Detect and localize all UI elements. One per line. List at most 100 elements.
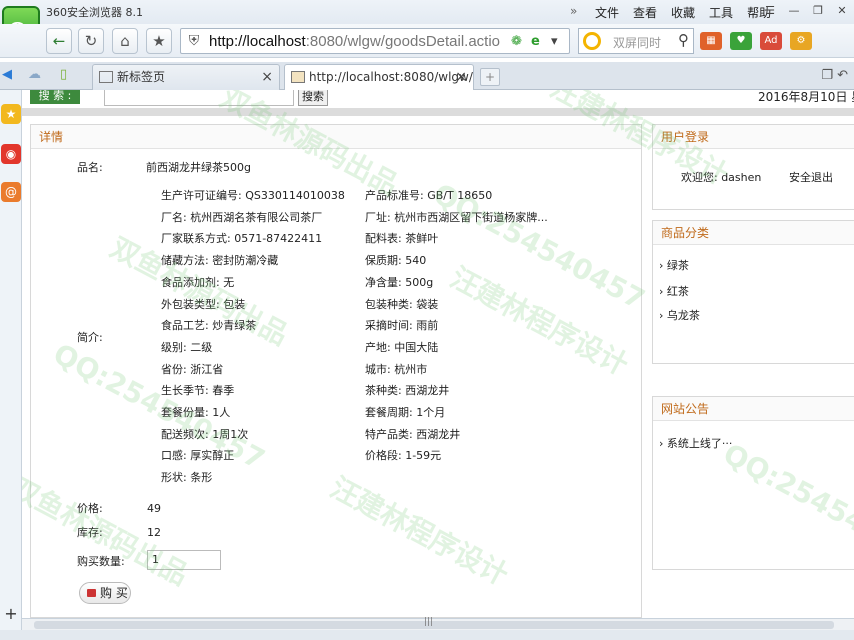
tab-close-icon[interactable]: ×	[455, 65, 467, 89]
page-image-icon	[291, 71, 305, 83]
site-search-button[interactable]: 搜索	[298, 90, 328, 106]
tools-icon[interactable]: ⚙	[790, 32, 812, 50]
search-engine-icon[interactable]	[583, 32, 601, 50]
back-icon[interactable]: ←	[46, 28, 72, 54]
spec-item: 厂址: 杭州市西湖区留下街道杨家牌...	[365, 210, 548, 224]
site-search-input[interactable]	[104, 90, 294, 106]
spec-item: 采摘时间: 雨前	[365, 319, 439, 333]
search-label-button[interactable]: 搜 索 :	[30, 90, 80, 104]
spec-item: 配送频次: 1周1次	[161, 427, 249, 441]
notice-panel: 网站公告 › 系统上线了···	[652, 396, 854, 570]
spec-item: 套餐份量: 1人	[161, 406, 231, 419]
favorite-star-icon[interactable]: ★	[146, 28, 172, 54]
price-value: 49	[147, 502, 161, 515]
home-icon[interactable]: ⌂	[112, 28, 138, 54]
web-page: 搜 索 : 搜索 2016年8月10日 星 详情 品名: 前西湖龙井绿茶500g…	[22, 90, 854, 618]
product-name-label: 品名:	[77, 161, 103, 174]
browser-sidebar: ★ ◉ @ +	[0, 90, 22, 630]
spec-item: 生产许可证编号: QS330114010038	[161, 189, 345, 202]
detail-panel: 详情 品名: 前西湖龙井绿茶500g 简介: 生产许可证编号: QS330114…	[30, 124, 642, 618]
apps-icon[interactable]: ▦	[700, 32, 722, 50]
category-panel: 商品分类 › 绿茶 › 红茶 › 乌龙茶	[652, 220, 854, 364]
search-box[interactable]: 双屏同时 ⚲	[578, 28, 694, 54]
spec-item: 厂名: 杭州西湖名茶有限公司茶厂	[161, 210, 323, 224]
phone-icon[interactable]: ▯	[60, 67, 67, 82]
cloud-icon[interactable]: ☁	[28, 67, 41, 82]
quantity-input[interactable]: 1	[147, 550, 221, 570]
safety-guard-icon[interactable]: ♥	[730, 32, 752, 50]
scrollbar-thumb[interactable]: |||	[34, 617, 834, 629]
email-icon[interactable]: @	[1, 182, 21, 202]
favorites-star-icon[interactable]: ★	[1, 104, 21, 124]
category-item-oolong-tea[interactable]: › 乌龙茶	[659, 307, 700, 323]
category-panel-title: 商品分类	[653, 221, 854, 245]
product-name: 前西湖龙井绿茶500g	[146, 161, 251, 174]
category-item-black-tea[interactable]: › 红茶	[659, 283, 689, 299]
spec-item: 省份: 浙江省	[161, 362, 224, 376]
menu-view[interactable]: 查看	[626, 4, 664, 21]
tab-goods-detail[interactable]: http://localhost:8080/wlgw/g ×	[284, 64, 474, 91]
horizontal-scrollbar[interactable]: |||	[22, 617, 854, 630]
logout-link[interactable]: 安全退出	[789, 169, 833, 185]
spec-item: 城市: 杭州市	[365, 362, 428, 376]
buy-button[interactable]: 购 买	[79, 582, 131, 604]
tab-strip: ◀ ☁ ▯ 新标签页 × http://localhost:8080/wlgw/…	[0, 62, 854, 91]
menu-tools[interactable]: 工具	[702, 4, 740, 21]
spec-item: 特产品类: 西湖龙井	[365, 427, 461, 441]
cart-icon	[87, 589, 96, 597]
sidebar-toggle-icon[interactable]: ◀	[2, 67, 12, 82]
restore-tab-icon[interactable]: ❐ ↶	[821, 68, 848, 83]
spec-item: 形状: 条形	[161, 471, 213, 485]
notice-panel-title: 网站公告	[653, 397, 854, 421]
spec-item: 产品标准号: GB/T 18650	[365, 189, 493, 202]
spec-item: 净含量: 500g	[365, 275, 434, 289]
add-sidebar-icon[interactable]: +	[1, 604, 21, 624]
notice-item[interactable]: › 系统上线了···	[659, 435, 732, 451]
search-icon[interactable]: ⚲	[678, 31, 689, 49]
adblock-icon[interactable]: Ad	[760, 32, 782, 50]
spec-item: 食品添加剂: 无	[161, 275, 235, 289]
spec-item: 茶种类: 西湖龙井	[365, 384, 450, 398]
buy-button-label: 购 买	[100, 586, 128, 600]
current-date: 2016年8月10日 星	[758, 90, 854, 104]
search-input[interactable]: 双屏同时	[613, 34, 661, 51]
menu-favorites[interactable]: 收藏	[664, 4, 702, 21]
new-tab-button[interactable]: +	[480, 68, 500, 86]
tab-close-icon[interactable]: ×	[261, 65, 273, 89]
skin-icon[interactable]: ☰	[758, 2, 782, 20]
header-separator	[22, 108, 854, 116]
weibo-icon[interactable]: ◉	[1, 144, 21, 164]
address-dropdown-icon[interactable]: ▾	[551, 33, 558, 51]
quantity-label: 购买数量:	[77, 555, 125, 568]
grip-icon: |||	[424, 617, 434, 627]
menu-overflow-icon[interactable]: »	[570, 4, 588, 21]
close-icon[interactable]: ✕	[830, 2, 854, 20]
login-panel: 用户登录 欢迎您: dashen 安全退出	[652, 124, 854, 210]
spec-item: 套餐周期: 1个月	[365, 406, 446, 419]
category-item-green-tea[interactable]: › 绿茶	[659, 257, 689, 273]
tab-new-tab[interactable]: 新标签页 ×	[92, 64, 280, 90]
address-bar[interactable]: ⛨ http://localhost:8080/wlgw/goodsDetail…	[180, 28, 570, 54]
grid-page-icon	[99, 71, 113, 83]
spec-item: 配料表: 茶鲜叶	[365, 232, 439, 246]
menu-file[interactable]: 文件	[588, 4, 626, 21]
spec-item: 口感: 厚实醇正	[161, 449, 235, 463]
login-panel-title: 用户登录	[653, 125, 854, 149]
app-title: 360安全浏览器 8.1	[46, 6, 143, 19]
restore-icon[interactable]: ❐	[806, 2, 830, 20]
spec-item: 级别: 二级	[161, 340, 213, 354]
spec-item: 外包装类型: 包装	[161, 297, 246, 311]
compat-mode-icon[interactable]: ❁	[511, 33, 522, 51]
navigation-toolbar: ← ↻ ⌂ ★ ⛨ http://localhost:8080/wlgw/goo…	[0, 24, 854, 58]
spec-item: 储藏方法: 密封防潮冷藏	[161, 254, 279, 268]
welcome-text: 欢迎您: dashen	[681, 171, 762, 184]
spec-item: 价格段: 1-59元	[365, 449, 442, 463]
status-bar	[0, 630, 854, 640]
price-label: 价格:	[77, 502, 103, 515]
security-shield-icon[interactable]: ⛨	[185, 32, 203, 50]
address-url[interactable]: http://localhost:8080/wlgw/goodsDetail.a…	[209, 33, 501, 50]
ie-mode-icon[interactable]: e	[531, 33, 540, 51]
minimize-icon[interactable]: —	[782, 2, 806, 20]
refresh-icon[interactable]: ↻	[78, 28, 104, 54]
spec-item: 包装种类: 袋装	[365, 297, 439, 311]
